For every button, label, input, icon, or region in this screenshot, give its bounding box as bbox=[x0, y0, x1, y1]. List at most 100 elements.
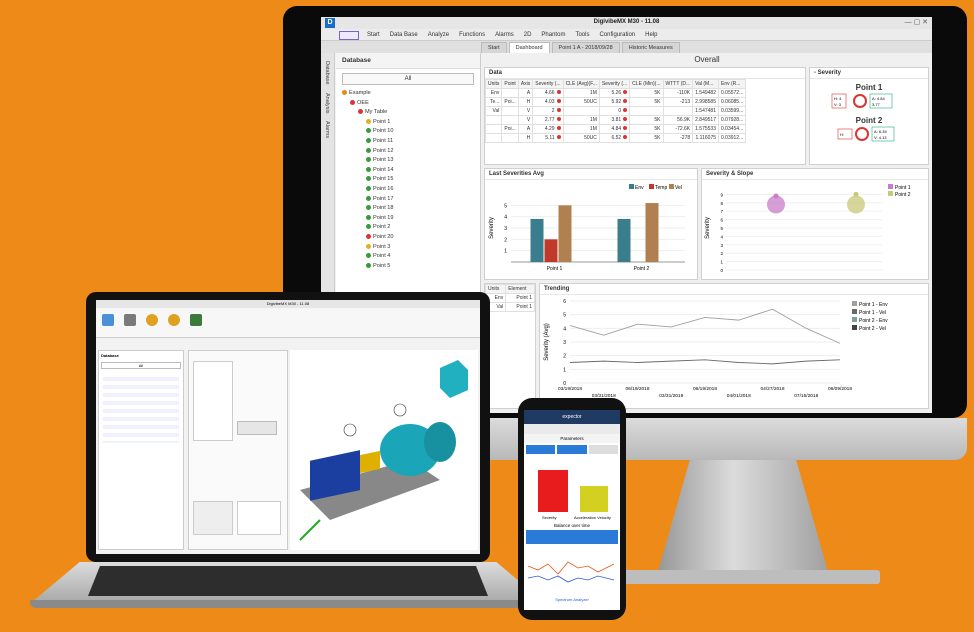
menu-alarms[interactable]: Alarms bbox=[495, 32, 514, 38]
scatter-point bbox=[853, 191, 859, 197]
table-row[interactable]: Val V 2 0 1.547481 0.03599... bbox=[484, 106, 747, 116]
tab-historic[interactable]: Historic Measures bbox=[621, 42, 680, 53]
ribbon-zoom-icon[interactable] bbox=[146, 314, 158, 326]
table-cell: 5.11 bbox=[545, 135, 555, 141]
menu-tools[interactable]: Tools bbox=[575, 32, 589, 38]
tree-item[interactable]: Point 18 bbox=[342, 204, 480, 214]
menu-help[interactable]: Help bbox=[645, 32, 657, 38]
phone-bar-accel bbox=[580, 486, 608, 512]
legend-label: Point 1 - Env bbox=[859, 302, 888, 308]
phone-btn-3[interactable] bbox=[588, 445, 618, 454]
machine-3d-view[interactable] bbox=[290, 350, 478, 550]
laptop-db-filter[interactable]: All bbox=[101, 362, 181, 369]
tab-start[interactable]: Start bbox=[481, 42, 507, 53]
x-tick-label: 04/01/2018 bbox=[727, 393, 751, 399]
table-row[interactable]: Te... Poi... H 4.03 50UC 5.92 5K -213 2.998585 0.… bbox=[484, 97, 747, 107]
dashboard: Overall Data Units Point Axis Severity (...… bbox=[482, 53, 932, 413]
tree-item[interactable]: OEE bbox=[342, 99, 480, 109]
tree-item[interactable]: Point 5 bbox=[342, 262, 480, 272]
monitor-foot bbox=[600, 570, 880, 584]
ribbon-rotate-icon[interactable] bbox=[102, 314, 114, 326]
column-header[interactable]: WTTT (D... bbox=[662, 79, 694, 89]
tree-item[interactable]: Point 10 bbox=[342, 127, 480, 137]
column-header[interactable]: Severity (... bbox=[598, 79, 631, 89]
table-cell: 1M bbox=[589, 90, 597, 96]
legend-swatch bbox=[649, 184, 654, 189]
pump-inlet bbox=[424, 422, 456, 462]
column-header[interactable]: Val (M... bbox=[692, 79, 719, 89]
table-cell: H bbox=[526, 135, 531, 141]
table-row[interactable]: Poi... A 4.29 1M 4.84 5K -72.6K 1.575533 0.03454… bbox=[484, 124, 747, 134]
alarm-flag-icon bbox=[556, 108, 561, 112]
status-dot-icon bbox=[366, 253, 371, 259]
menu-phantom[interactable]: Phantom bbox=[541, 32, 565, 38]
legend-label: Point 2 - Env bbox=[859, 318, 888, 324]
tree-item[interactable]: Point 3 bbox=[342, 243, 480, 253]
table-cell: 0.03454... bbox=[721, 126, 744, 132]
tree-item[interactable]: Example bbox=[342, 89, 480, 99]
status-dot-icon bbox=[366, 157, 371, 163]
tree-item[interactable]: Point 17 bbox=[342, 195, 480, 205]
home-button[interactable] bbox=[339, 31, 359, 40]
table-cell: 4.03 bbox=[544, 99, 555, 105]
tree-item[interactable]: Point 14 bbox=[342, 166, 480, 176]
column-header[interactable]: Axis bbox=[517, 79, 534, 89]
tree-label: Point 18 bbox=[373, 205, 394, 212]
table-row[interactable]: H 5.11 50UC 6.52 5K -278 1.116075 0.03912... bbox=[484, 133, 747, 143]
tree-item[interactable]: Point 12 bbox=[342, 147, 480, 157]
column-header[interactable]: Env (R... bbox=[717, 79, 747, 89]
menu-start[interactable]: Start bbox=[367, 32, 380, 38]
tree-item[interactable]: Point 15 bbox=[342, 175, 480, 185]
column-header[interactable]: Severity (... bbox=[532, 79, 564, 89]
menu-configuration[interactable]: Configuration bbox=[599, 32, 635, 38]
menu-analyze[interactable]: Analyze bbox=[428, 32, 449, 38]
x-tick-label: 04/27/2018 bbox=[760, 386, 784, 392]
database-filter[interactable]: All bbox=[342, 73, 474, 85]
table-cell: 5K bbox=[654, 126, 661, 132]
phone-screen: expector Parameters Severity Acceleratio… bbox=[524, 410, 620, 610]
y-tick-label: 2 bbox=[504, 237, 507, 243]
legend-label: Point 1 bbox=[895, 185, 911, 191]
y-tick-label: 5 bbox=[504, 203, 507, 209]
table-cell: Env bbox=[490, 90, 500, 96]
menu-2d[interactable]: 2D bbox=[524, 32, 532, 38]
ribbon-save-icon[interactable] bbox=[190, 314, 202, 326]
table-row[interactable]: V 2.77 1M 3.81 5K 56.9K 2.849517 0.07928... bbox=[484, 115, 747, 125]
ribbon-pan-icon[interactable] bbox=[124, 314, 136, 326]
laptop-database: Database All bbox=[98, 350, 184, 550]
table-cell: 5.26 bbox=[611, 90, 622, 96]
side-tab-analysis[interactable]: Analysis bbox=[324, 93, 330, 113]
column-header[interactable]: CLE (Min)(... bbox=[629, 79, 664, 89]
tree-item[interactable]: Point 1 bbox=[342, 118, 480, 128]
status-dot-icon bbox=[366, 118, 371, 124]
table-cell: 1M bbox=[589, 117, 597, 123]
tree-item[interactable]: Point 16 bbox=[342, 185, 480, 195]
tree-item[interactable]: Point 2 bbox=[342, 223, 480, 233]
ribbon-fit-icon[interactable] bbox=[168, 314, 180, 326]
table-row[interactable]: Env A 4.66 1M 5.26 5K -110K 1.549482 0.05572... bbox=[484, 88, 747, 98]
side-tab-database[interactable]: Database bbox=[324, 61, 330, 85]
phone-btn-2[interactable] bbox=[557, 445, 587, 454]
tree-item[interactable]: Point 20 bbox=[342, 233, 480, 243]
tree-item[interactable]: My Table bbox=[342, 108, 480, 118]
tree-item[interactable]: Point 11 bbox=[342, 137, 480, 147]
window-controls[interactable]: — ▢ ✕ bbox=[905, 18, 928, 26]
point1-gauge: H: 4 V: 3 A: 4.84 3.77 bbox=[831, 93, 893, 109]
tree-item[interactable]: Point 19 bbox=[342, 214, 480, 224]
menu-functions[interactable]: Functions bbox=[459, 32, 485, 38]
column-header[interactable]: Units bbox=[484, 79, 503, 89]
phone-footer[interactable]: Spectrum Analyzer bbox=[524, 597, 620, 602]
laptop-lip bbox=[30, 600, 546, 608]
column-header[interactable]: CLE (Avg)(F... bbox=[562, 79, 600, 89]
phone-btn-1[interactable] bbox=[526, 445, 556, 454]
table-cell: 3.81 bbox=[611, 117, 622, 123]
side-tab-alarms[interactable]: Alarms bbox=[324, 121, 330, 138]
bar-vel bbox=[645, 203, 659, 262]
menu-database[interactable]: Data Base bbox=[390, 32, 418, 38]
laptop-return-button[interactable] bbox=[237, 421, 277, 435]
column-header[interactable]: Point bbox=[501, 79, 519, 89]
tab-point-1[interactable]: Point 1 A - 2018/09/28 bbox=[551, 42, 620, 53]
tree-item[interactable]: Point 13 bbox=[342, 156, 480, 166]
tree-item[interactable]: Point 4 bbox=[342, 252, 480, 262]
tab-dashboard[interactable]: Dashboard bbox=[508, 42, 550, 53]
